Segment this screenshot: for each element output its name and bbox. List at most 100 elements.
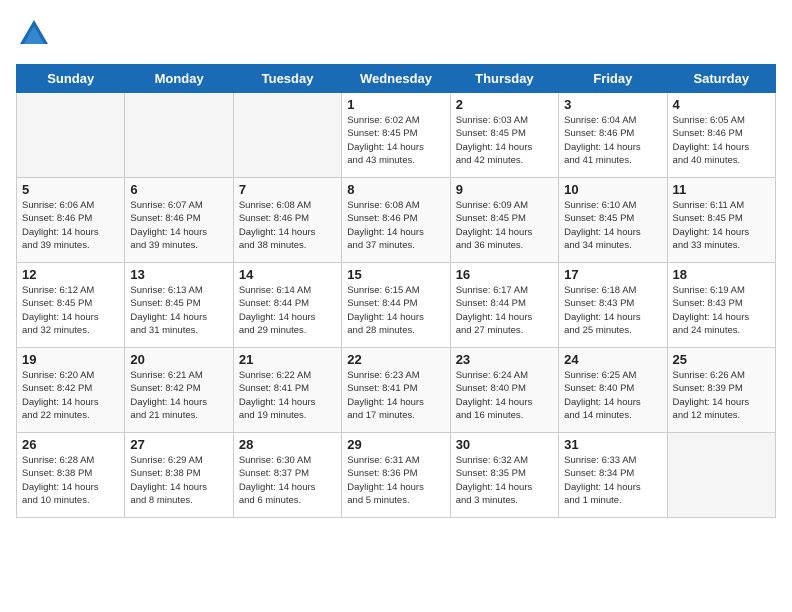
day-info: Sunrise: 6:32 AM Sunset: 8:35 PM Dayligh… [456,454,553,507]
day-number: 23 [456,352,553,367]
calendar-table: SundayMondayTuesdayWednesdayThursdayFrid… [16,64,776,518]
calendar-cell [233,93,341,178]
day-info: Sunrise: 6:30 AM Sunset: 8:37 PM Dayligh… [239,454,336,507]
weekday-header-thursday: Thursday [450,65,558,93]
day-info: Sunrise: 6:11 AM Sunset: 8:45 PM Dayligh… [673,199,770,252]
day-info: Sunrise: 6:14 AM Sunset: 8:44 PM Dayligh… [239,284,336,337]
day-number: 28 [239,437,336,452]
weekday-header-tuesday: Tuesday [233,65,341,93]
calendar-cell: 4Sunrise: 6:05 AM Sunset: 8:46 PM Daylig… [667,93,775,178]
calendar-cell: 23 Sunrise: 6:24 AM Sunset: 8:40 PM Dayli… [450,348,558,433]
calendar-cell: 9 Sunrise: 6:09 AM Sunset: 8:45 PM Daylig… [450,178,558,263]
day-info: Sunrise: 6:24 AM Sunset: 8:40 PM Dayligh… [456,369,553,422]
day-info: Sunrise: 6:05 AM Sunset: 8:46 PM Dayligh… [673,114,770,167]
day-number: 8 [347,182,444,197]
calendar-cell: 10 Sunrise: 6:10 AM Sunset: 8:45 PM Dayli… [559,178,667,263]
day-info: Sunrise: 6:08 AM Sunset: 8:46 PM Dayligh… [239,199,336,252]
day-info: Sunrise: 6:02 AM Sunset: 8:45 PM Dayligh… [347,114,444,167]
calendar-cell: 12 Sunrise: 6:12 AM Sunset: 8:45 PM Dayli… [17,263,125,348]
day-info: Sunrise: 6:08 AM Sunset: 8:46 PM Dayligh… [347,199,444,252]
calendar-cell: 31 Sunrise: 6:33 AM Sunset: 8:34 PM Dayli… [559,433,667,518]
calendar-cell: 16 Sunrise: 6:17 AM Sunset: 8:44 PM Dayli… [450,263,558,348]
weekday-header-saturday: Saturday [667,65,775,93]
day-number: 10 [564,182,661,197]
calendar-cell: 15 Sunrise: 6:15 AM Sunset: 8:44 PM Dayli… [342,263,450,348]
day-number: 18 [673,267,770,282]
day-number: 12 [22,267,119,282]
day-number: 14 [239,267,336,282]
day-number: 25 [673,352,770,367]
day-info: Sunrise: 6:23 AM Sunset: 8:41 PM Dayligh… [347,369,444,422]
calendar-cell: 8 Sunrise: 6:08 AM Sunset: 8:46 PM Daylig… [342,178,450,263]
day-number: 21 [239,352,336,367]
calendar-cell [667,433,775,518]
day-info: Sunrise: 6:13 AM Sunset: 8:45 PM Dayligh… [130,284,227,337]
day-number: 3 [564,97,661,112]
calendar-cell: 6 Sunrise: 6:07 AM Sunset: 8:46 PM Daylig… [125,178,233,263]
day-info: Sunrise: 6:15 AM Sunset: 8:44 PM Dayligh… [347,284,444,337]
weekday-header-monday: Monday [125,65,233,93]
calendar-cell: 30 Sunrise: 6:32 AM Sunset: 8:35 PM Dayli… [450,433,558,518]
day-number: 22 [347,352,444,367]
day-info: Sunrise: 6:25 AM Sunset: 8:40 PM Dayligh… [564,369,661,422]
calendar-cell: 18Sunrise: 6:19 AM Sunset: 8:43 PM Dayli… [667,263,775,348]
day-info: Sunrise: 6:06 AM Sunset: 8:46 PM Dayligh… [22,199,119,252]
day-number: 13 [130,267,227,282]
day-info: Sunrise: 6:29 AM Sunset: 8:38 PM Dayligh… [130,454,227,507]
day-number: 9 [456,182,553,197]
calendar-cell: 22 Sunrise: 6:23 AM Sunset: 8:41 PM Dayli… [342,348,450,433]
calendar-cell: 24 Sunrise: 6:25 AM Sunset: 8:40 PM Dayli… [559,348,667,433]
day-info: Sunrise: 6:04 AM Sunset: 8:46 PM Dayligh… [564,114,661,167]
day-number: 17 [564,267,661,282]
calendar-cell: 2Sunrise: 6:03 AM Sunset: 8:45 PM Daylig… [450,93,558,178]
day-number: 30 [456,437,553,452]
calendar-cell: 21 Sunrise: 6:22 AM Sunset: 8:41 PM Dayli… [233,348,341,433]
weekday-header-sunday: Sunday [17,65,125,93]
day-number: 16 [456,267,553,282]
day-info: Sunrise: 6:07 AM Sunset: 8:46 PM Dayligh… [130,199,227,252]
day-number: 5 [22,182,119,197]
calendar-cell: 17 Sunrise: 6:18 AM Sunset: 8:43 PM Dayli… [559,263,667,348]
day-info: Sunrise: 6:03 AM Sunset: 8:45 PM Dayligh… [456,114,553,167]
day-info: Sunrise: 6:10 AM Sunset: 8:45 PM Dayligh… [564,199,661,252]
calendar-cell: 29 Sunrise: 6:31 AM Sunset: 8:36 PM Dayli… [342,433,450,518]
day-number: 29 [347,437,444,452]
weekday-header-row: SundayMondayTuesdayWednesdayThursdayFrid… [17,65,776,93]
day-number: 24 [564,352,661,367]
day-info: Sunrise: 6:09 AM Sunset: 8:45 PM Dayligh… [456,199,553,252]
day-info: Sunrise: 6:26 AM Sunset: 8:39 PM Dayligh… [673,369,770,422]
day-number: 31 [564,437,661,452]
calendar-cell: 7Sunrise: 6:08 AM Sunset: 8:46 PM Daylig… [233,178,341,263]
calendar-cell: 13 Sunrise: 6:13 AM Sunset: 8:45 PM Dayli… [125,263,233,348]
calendar-week-row: 26 Sunrise: 6:28 AM Sunset: 8:38 PM Dayli… [17,433,776,518]
day-number: 27 [130,437,227,452]
day-info: Sunrise: 6:18 AM Sunset: 8:43 PM Dayligh… [564,284,661,337]
weekday-header-wednesday: Wednesday [342,65,450,93]
calendar-cell: 1Sunrise: 6:02 AM Sunset: 8:45 PM Daylig… [342,93,450,178]
calendar-cell: 19 Sunrise: 6:20 AM Sunset: 8:42 PM Dayli… [17,348,125,433]
day-info: Sunrise: 6:12 AM Sunset: 8:45 PM Dayligh… [22,284,119,337]
logo-icon [16,16,52,52]
calendar-week-row: 12 Sunrise: 6:12 AM Sunset: 8:45 PM Dayli… [17,263,776,348]
day-info: Sunrise: 6:22 AM Sunset: 8:41 PM Dayligh… [239,369,336,422]
day-info: Sunrise: 6:28 AM Sunset: 8:38 PM Dayligh… [22,454,119,507]
day-number: 20 [130,352,227,367]
day-info: Sunrise: 6:31 AM Sunset: 8:36 PM Dayligh… [347,454,444,507]
day-number: 26 [22,437,119,452]
day-number: 11 [673,182,770,197]
calendar-cell: 28 Sunrise: 6:30 AM Sunset: 8:37 PM Dayli… [233,433,341,518]
calendar-cell: 27 Sunrise: 6:29 AM Sunset: 8:38 PM Dayli… [125,433,233,518]
day-info: Sunrise: 6:20 AM Sunset: 8:42 PM Dayligh… [22,369,119,422]
page-header [16,16,776,52]
day-number: 19 [22,352,119,367]
day-number: 6 [130,182,227,197]
day-info: Sunrise: 6:17 AM Sunset: 8:44 PM Dayligh… [456,284,553,337]
calendar-cell: 26 Sunrise: 6:28 AM Sunset: 8:38 PM Dayli… [17,433,125,518]
calendar-week-row: 5 Sunrise: 6:06 AM Sunset: 8:46 PM Daylig… [17,178,776,263]
calendar-cell [17,93,125,178]
day-info: Sunrise: 6:33 AM Sunset: 8:34 PM Dayligh… [564,454,661,507]
calendar-cell: 14 Sunrise: 6:14 AM Sunset: 8:44 PM Dayli… [233,263,341,348]
day-number: 15 [347,267,444,282]
day-info: Sunrise: 6:21 AM Sunset: 8:42 PM Dayligh… [130,369,227,422]
calendar-cell: 5 Sunrise: 6:06 AM Sunset: 8:46 PM Daylig… [17,178,125,263]
